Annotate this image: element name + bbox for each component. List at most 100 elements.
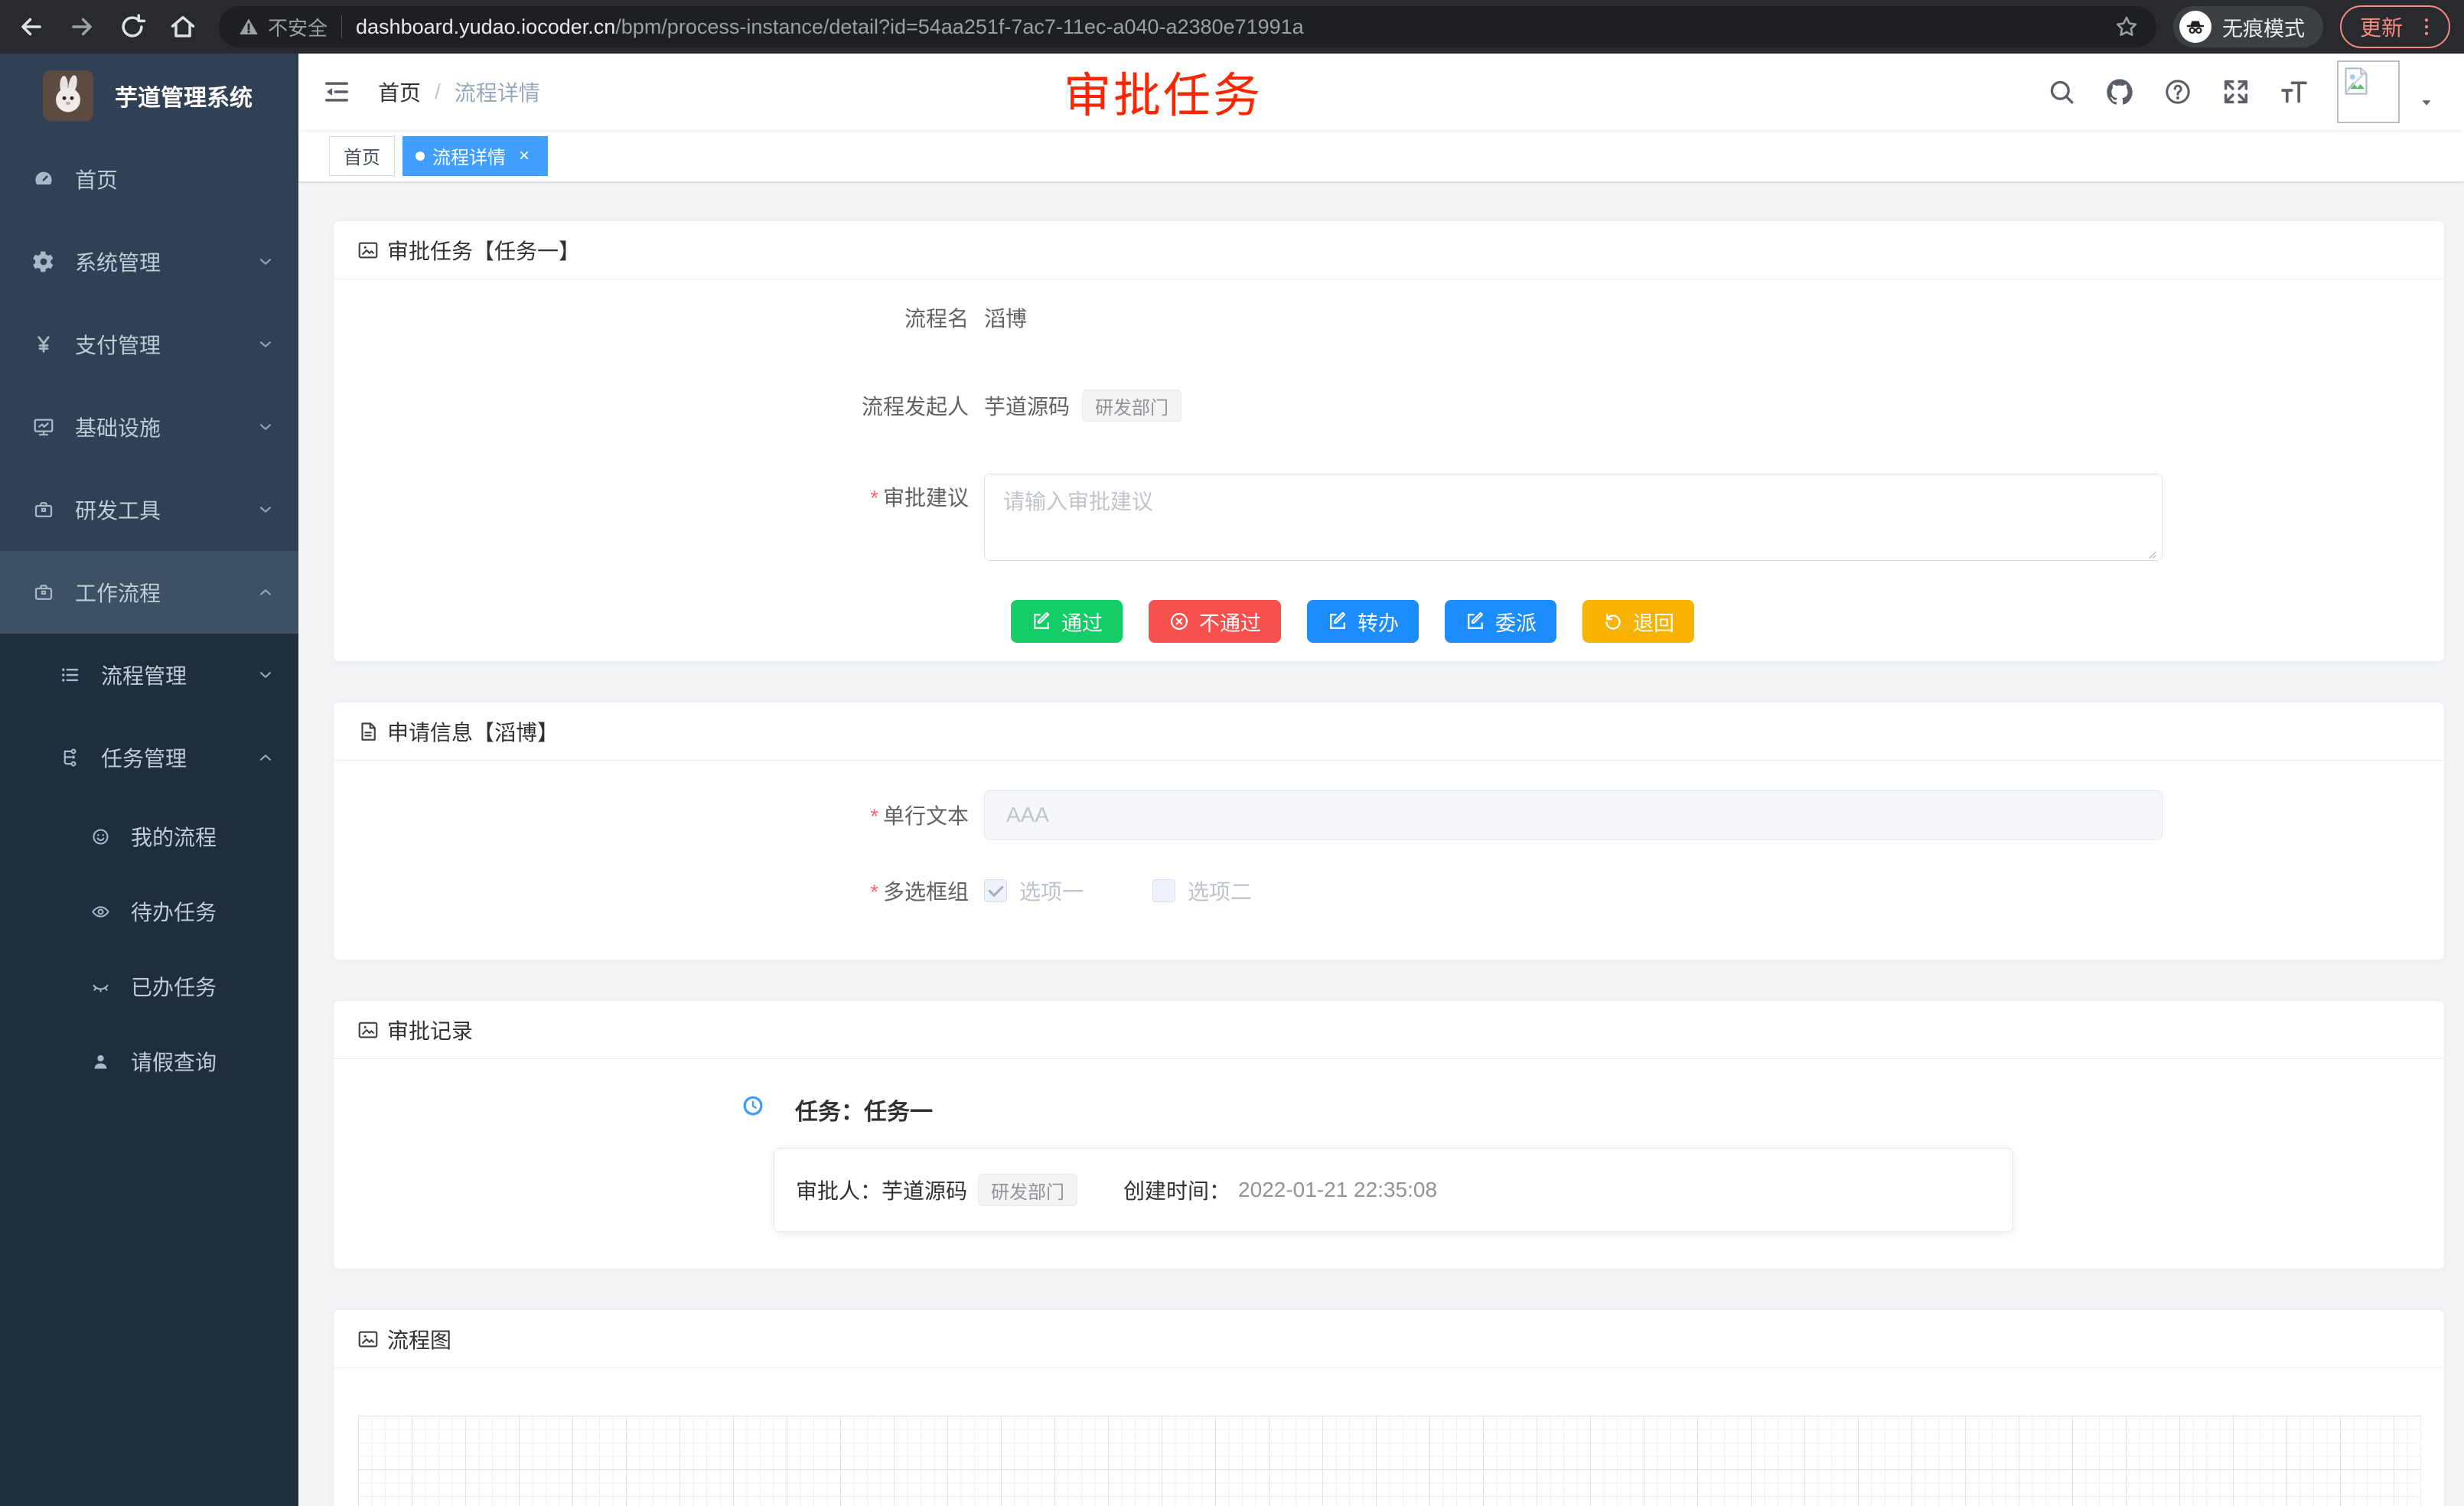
- timeline-clock-icon: [741, 1094, 764, 1117]
- checkbox-option-2[interactable]: 选项二: [1152, 875, 1252, 906]
- picture-icon: [357, 239, 380, 262]
- browser-reload-icon[interactable]: [118, 12, 147, 41]
- created-time-value: 2022-01-21 22:35:08: [1238, 1178, 1437, 1202]
- annotation-approval-task: 审批任务: [1064, 57, 1263, 126]
- navbar-actions: [2046, 54, 2435, 130]
- close-tag-icon[interactable]: ×: [513, 145, 535, 167]
- app-logo-image: [43, 70, 93, 121]
- checkbox-unchecked-icon: [1152, 879, 1175, 902]
- breadcrumb-home[interactable]: 首页: [378, 77, 421, 107]
- approve-button[interactable]: 通过: [1011, 600, 1123, 643]
- search-icon[interactable]: [2046, 77, 2077, 107]
- url-text: dashboard.yudao.iocoder.cn/bpm/process-i…: [356, 15, 2114, 39]
- delegate-button[interactable]: 委派: [1445, 600, 1556, 643]
- checkbox-option-1[interactable]: 选项一: [984, 875, 1084, 906]
- chevron-down-icon: [256, 252, 275, 272]
- fullscreen-icon[interactable]: [2221, 77, 2251, 107]
- sidebar-item-dev-tools[interactable]: 研发工具: [0, 468, 298, 551]
- approval-records-card: 审批记录 任务：任务一 审批人： 芋道源码 研发部门 创建时间： 2022-01…: [333, 1000, 2445, 1270]
- bookmark-star-icon[interactable]: [2114, 14, 2140, 40]
- approval-task-card: 审批任务【任务一】 流程名 滔博 流程发起人 芋道源码 研发部门: [333, 220, 2445, 662]
- edit-icon: [1031, 611, 1052, 632]
- single-line-text-row: 单行文本: [334, 790, 2444, 840]
- sidebar: 芋道管理系统 首页 系统管理 支付管理: [0, 54, 298, 1506]
- face-icon: [90, 826, 111, 847]
- diagram-card-title: 流程图: [387, 1324, 451, 1354]
- record-detail-box: 审批人： 芋道源码 研发部门 创建时间： 2022-01-21 22:35:08: [774, 1148, 2013, 1232]
- application-info-card: 申请信息【滔博】 单行文本 多选框组 选项一: [333, 702, 2445, 960]
- github-icon[interactable]: [2104, 77, 2135, 107]
- suggestion-row: 审批建议: [334, 474, 2444, 566]
- checkbox-group-row: 多选框组 选项一 选项二: [334, 875, 2444, 906]
- update-button[interactable]: 更新: [2340, 5, 2450, 48]
- application-card-title: 申请信息【滔博】: [387, 716, 559, 747]
- document-icon: [357, 720, 380, 743]
- browser-home-icon[interactable]: [168, 12, 197, 41]
- sidebar-collapse-icon[interactable]: [321, 77, 352, 107]
- refresh-left-icon: [1602, 611, 1624, 632]
- textarea-resize-grip[interactable]: [2144, 546, 2158, 560]
- bpmn-diagram-canvas[interactable]: [358, 1416, 2421, 1506]
- approval-card-title: 审批任务【任务一】: [387, 235, 580, 266]
- address-bar[interactable]: 不安全 dashboard.yudao.iocoder.cn/bpm/proce…: [219, 6, 2156, 47]
- browser-back-icon[interactable]: [17, 12, 46, 41]
- process-name-row: 流程名 滔博: [334, 302, 2444, 333]
- app-logo-row[interactable]: 芋道管理系统: [0, 54, 298, 138]
- created-time-label: 创建时间：: [1123, 1175, 1230, 1205]
- workflow-submenu: 流程管理 任务管理 我的流程 待办任务: [0, 634, 298, 1506]
- incognito-badge: 无痕模式: [2173, 6, 2323, 47]
- incognito-label: 无痕模式: [2222, 12, 2305, 42]
- sidebar-item-payment-management[interactable]: 支付管理: [0, 303, 298, 386]
- initiator-row: 流程发起人 芋道源码 研发部门: [334, 390, 2444, 422]
- page-content: 审批任务【任务一】 流程名 滔博 流程发起人 芋道源码 研发部门: [298, 182, 2464, 1506]
- circle-close-icon: [1168, 611, 1190, 632]
- toolbox-icon: [32, 498, 55, 521]
- yen-icon: [32, 333, 55, 356]
- suggestion-label: 审批建议: [334, 474, 984, 512]
- tag-home[interactable]: 首页: [329, 136, 395, 176]
- not-secure-warning-icon[interactable]: [237, 15, 260, 38]
- flow-tree-icon: [58, 746, 81, 769]
- initiator-dept-tag: 研发部门: [1082, 390, 1181, 422]
- reject-button[interactable]: 不通过: [1149, 600, 1281, 643]
- initiator-label: 流程发起人: [334, 390, 984, 421]
- sidebar-item-process-management[interactable]: 流程管理: [0, 634, 298, 716]
- sidebar-item-my-processes[interactable]: 我的流程: [0, 799, 298, 874]
- security-label: 不安全: [268, 13, 328, 41]
- sidebar-item-infrastructure[interactable]: 基础设施: [0, 386, 298, 468]
- sidebar-item-done-tasks[interactable]: 已办任务: [0, 949, 298, 1024]
- browser-toolbar: 不安全 dashboard.yudao.iocoder.cn/bpm/proce…: [0, 0, 2464, 54]
- sidebar-menu: 首页 系统管理 支付管理 基础设施: [0, 138, 298, 1506]
- records-card-header: 审批记录: [334, 1001, 2444, 1059]
- breadcrumb-current: 流程详情: [455, 77, 540, 107]
- sidebar-item-workflow[interactable]: 工作流程: [0, 551, 298, 634]
- help-icon[interactable]: [2163, 77, 2193, 107]
- edit-icon: [1465, 611, 1486, 632]
- sidebar-item-system-management[interactable]: 系统管理: [0, 220, 298, 303]
- picture-icon: [357, 1019, 380, 1041]
- avatar[interactable]: [2337, 60, 2400, 123]
- broken-image-icon: [2342, 65, 2371, 97]
- suggestion-textarea[interactable]: [984, 474, 2163, 561]
- edit-icon: [1327, 611, 1348, 632]
- diagram-card-header: 流程图: [334, 1310, 2444, 1368]
- sidebar-item-todo-tasks[interactable]: 待办任务: [0, 874, 298, 949]
- omnibox-divider: [341, 15, 342, 38]
- browser-forward-icon[interactable]: [67, 12, 96, 41]
- user-menu-caret-icon[interactable]: [2418, 94, 2435, 111]
- sidebar-item-home[interactable]: 首页: [0, 138, 298, 220]
- single-line-text-input[interactable]: [984, 790, 2163, 840]
- sidebar-item-leave-query[interactable]: 请假查询: [0, 1024, 298, 1099]
- chevron-down-icon: [256, 500, 275, 520]
- approver-label: 审批人：: [796, 1175, 882, 1205]
- browser-menu-kebab-icon[interactable]: [2415, 15, 2438, 38]
- font-size-icon[interactable]: [2279, 77, 2309, 107]
- tags-view-bar: 首页 流程详情 ×: [298, 130, 2464, 182]
- briefcase-icon: [32, 581, 55, 604]
- sidebar-item-task-management[interactable]: 任务管理: [0, 716, 298, 799]
- process-diagram-card: 流程图: [333, 1309, 2445, 1506]
- chevron-down-icon: [256, 334, 275, 354]
- transfer-button[interactable]: 转办: [1307, 600, 1419, 643]
- tag-process-detail[interactable]: 流程详情 ×: [403, 136, 548, 176]
- return-button[interactable]: 退回: [1582, 600, 1694, 643]
